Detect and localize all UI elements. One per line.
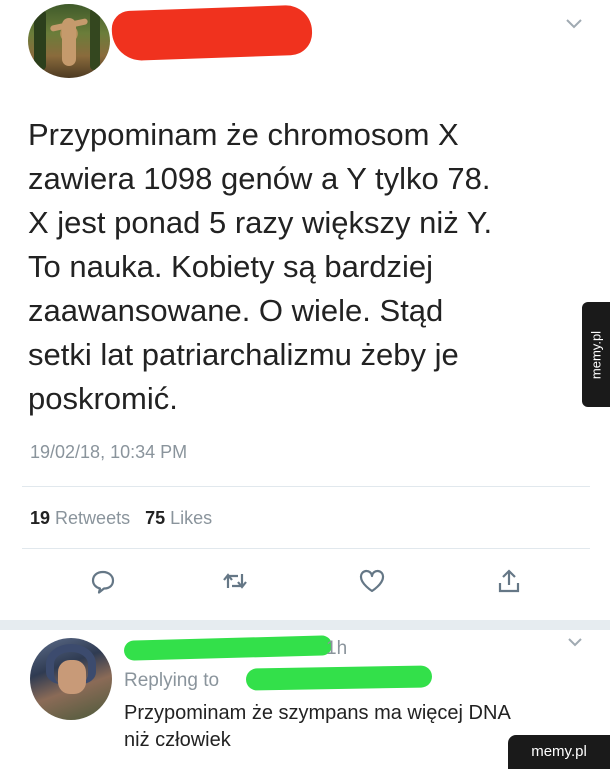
avatar-tree — [90, 8, 100, 70]
redacted-author-name — [111, 4, 313, 62]
separator — [0, 620, 610, 630]
share-icon[interactable] — [494, 566, 524, 596]
engagement-stats: 19 Retweets 75 Likes — [30, 508, 212, 529]
watermark-side: memy.pl — [582, 302, 610, 407]
retweet-icon[interactable] — [220, 566, 250, 596]
reply-author-avatar[interactable] — [30, 638, 112, 720]
tweet-card: Przypominam że chromosom X zawiera 1098 … — [0, 0, 610, 620]
likes-count[interactable]: 75 — [145, 508, 165, 528]
replying-to-label: Replying to — [124, 670, 220, 691]
avatar-tree — [34, 10, 46, 70]
tweet-text: Przypominam że chromosom X zawiera 1098 … — [28, 117, 493, 416]
divider — [22, 548, 590, 549]
like-icon[interactable] — [357, 566, 387, 596]
tweet-timestamp[interactable]: 19/02/18, 10:34 PM — [30, 442, 187, 463]
likes-label[interactable]: Likes — [170, 508, 212, 528]
reply-time[interactable]: 1h — [326, 638, 347, 660]
avatar-face — [58, 660, 86, 694]
watermark-side-text: memy.pl — [588, 330, 604, 379]
chevron-down-icon[interactable] — [566, 636, 584, 650]
redacted-reply-author — [123, 635, 333, 661]
retweets-label[interactable]: Retweets — [55, 508, 130, 528]
redacted-replying-to-handle — [245, 665, 433, 691]
tweet-actions — [0, 566, 610, 600]
watermark-bottom: memy.pl — [508, 735, 610, 769]
chevron-down-icon[interactable] — [564, 16, 584, 32]
reply-icon[interactable] — [88, 566, 118, 596]
retweets-count[interactable]: 19 — [30, 508, 50, 528]
divider — [22, 486, 590, 487]
avatar-figure — [62, 18, 76, 66]
author-avatar[interactable] — [28, 4, 110, 78]
